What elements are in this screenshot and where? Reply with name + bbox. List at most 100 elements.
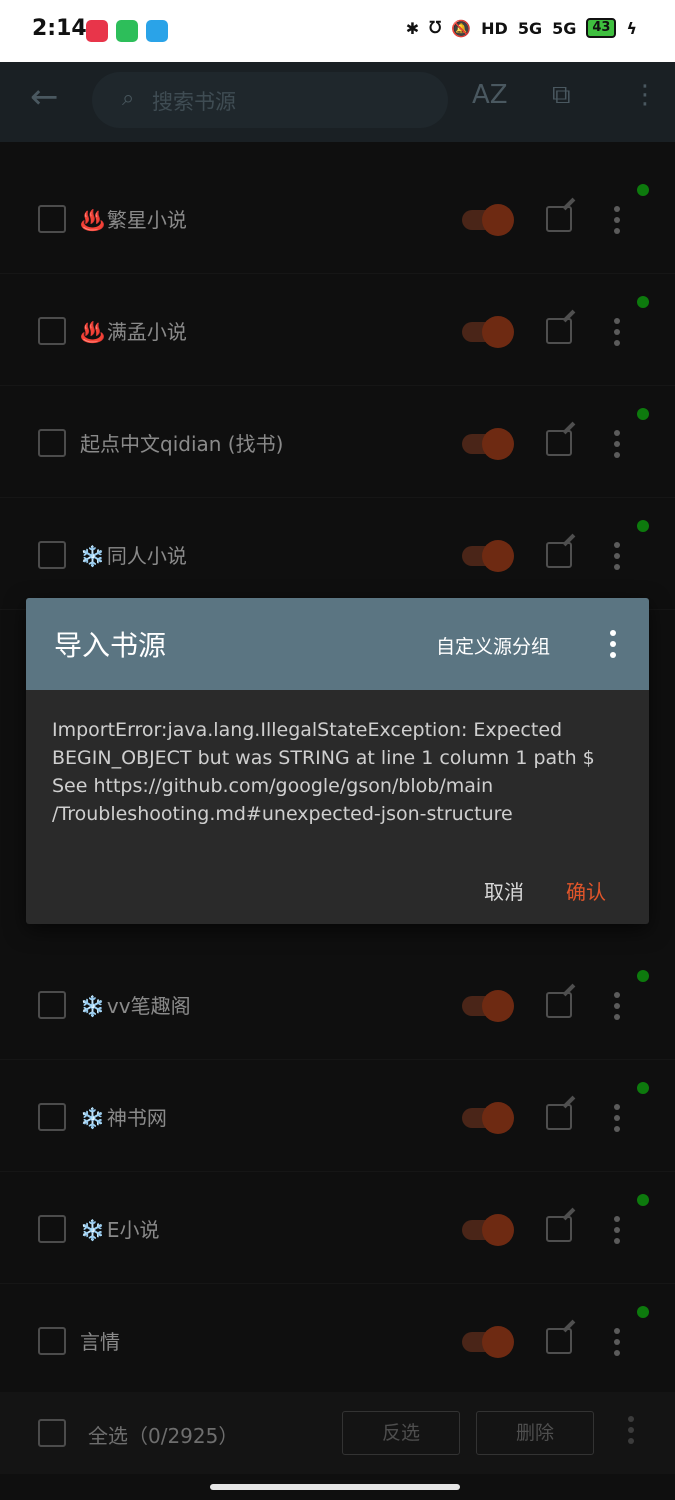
dialog-more-vert-icon[interactable] (610, 630, 618, 663)
source-row[interactable]: ❄️ E小说 (0, 1172, 675, 1284)
delete-button[interactable]: 删除 (476, 1411, 594, 1455)
source-name: 起点中文qidian (找书) (80, 428, 283, 457)
signal-2-label: 5G (552, 18, 577, 38)
status-bar: 2:14 ✱ ᘮ 🔕 HD 5G 5G 43 ϟ (0, 0, 675, 62)
source-row[interactable]: ❄️ 神书网 (0, 1060, 675, 1172)
enabled-status-dot (637, 184, 649, 196)
cancel-button[interactable]: 取消 (484, 876, 524, 905)
row-more-vert-icon[interactable] (614, 1216, 622, 1244)
source-checkbox[interactable] (38, 1103, 66, 1131)
source-row[interactable]: 起点中文qidian (找书) (0, 386, 675, 498)
source-prefix-icon: ❄️ (80, 1218, 105, 1242)
source-name-text: 同人小说 (106, 544, 187, 568)
dialog-title: 导入书源 (54, 629, 167, 662)
import-dialog: 导入书源 自定义源分组 ImportError:java.lang.Illega… (26, 598, 649, 924)
source-prefix-icon: ❄️ (80, 1106, 105, 1130)
invert-selection-button[interactable]: 反选 (342, 1411, 460, 1455)
source-name: ❄️ 同人小说 (80, 540, 187, 569)
source-row[interactable]: ♨️ 繁星小说 (0, 162, 675, 274)
source-name: ❄️ 神书网 (80, 1102, 167, 1131)
row-more-vert-icon[interactable] (614, 992, 622, 1020)
source-name-text: 满孟小说 (106, 320, 187, 344)
enable-switch-thumb[interactable] (482, 990, 514, 1022)
enable-switch-thumb[interactable] (482, 1102, 514, 1134)
download-icon (116, 20, 138, 42)
xiaohongshu-icon (86, 20, 108, 42)
edit-icon[interactable] (546, 1328, 572, 1354)
source-row[interactable]: ♨️ 满孟小说 (0, 274, 675, 386)
row-more-vert-icon[interactable] (614, 318, 622, 346)
custom-group-button[interactable]: 自定义源分组 (436, 632, 550, 659)
enabled-status-dot (637, 1194, 649, 1206)
source-row[interactable]: ❄️ vv笔趣阁 (0, 948, 675, 1060)
more-vert-icon[interactable]: ⋮ (632, 80, 658, 110)
source-checkbox[interactable] (38, 205, 66, 233)
source-name-text: vv笔趣阁 (106, 994, 191, 1018)
status-indicators: ✱ ᘮ 🔕 HD 5G 5G 43 ϟ (406, 18, 637, 38)
enabled-status-dot (637, 296, 649, 308)
more-vert-icon[interactable] (628, 1416, 636, 1449)
gesture-bar[interactable] (210, 1484, 460, 1490)
enable-switch-thumb[interactable] (482, 1214, 514, 1246)
source-prefix-icon: ♨️ (80, 208, 105, 232)
source-checkbox[interactable] (38, 541, 66, 569)
source-name: ♨️ 繁星小说 (80, 204, 187, 233)
enable-switch-thumb[interactable] (482, 540, 514, 572)
source-checkbox[interactable] (38, 991, 66, 1019)
app-toolbar: ← ⌕ 搜索书源 AZ ⧉ ⋮ (0, 62, 675, 142)
source-row[interactable]: ❄️ 同人小说 (0, 498, 675, 610)
hd-icon: HD (481, 18, 508, 38)
charging-icon: ϟ (626, 18, 637, 38)
battery-level: 43 (586, 18, 617, 38)
enabled-status-dot (637, 1306, 649, 1318)
source-name-text: 起点中文qidian (找书) (80, 432, 284, 456)
edit-icon[interactable] (546, 430, 572, 456)
enabled-status-dot (637, 1082, 649, 1094)
edit-icon[interactable] (546, 992, 572, 1018)
row-more-vert-icon[interactable] (614, 1104, 622, 1132)
source-name-text: 神书网 (106, 1106, 167, 1130)
source-row[interactable]: 言情 (0, 1284, 675, 1396)
search-input[interactable]: ⌕ 搜索书源 (92, 72, 448, 128)
source-prefix-icon: ♨️ (80, 320, 105, 344)
bluetooth-icon: ✱ (405, 18, 420, 38)
mute-icon: 🔕 (451, 18, 472, 38)
sort-az-icon[interactable]: AZ (472, 80, 508, 110)
enable-switch-thumb[interactable] (482, 204, 514, 236)
source-name: ❄️ vv笔趣阁 (80, 990, 191, 1019)
enable-switch-thumb[interactable] (482, 428, 514, 460)
source-name-text: 繁星小说 (106, 208, 187, 232)
source-name: ❄️ E小说 (80, 1214, 160, 1243)
edit-icon[interactable] (546, 1104, 572, 1130)
status-time: 2:14 (32, 16, 87, 41)
source-checkbox[interactable] (38, 317, 66, 345)
edit-icon[interactable] (546, 1216, 572, 1242)
edit-icon[interactable] (546, 206, 572, 232)
select-all-label[interactable]: 全选（0/2925） (88, 1420, 238, 1449)
source-checkbox[interactable] (38, 1215, 66, 1243)
enable-switch-thumb[interactable] (482, 1326, 514, 1358)
dialog-header: 导入书源 自定义源分组 (26, 598, 649, 690)
edit-icon[interactable] (546, 542, 572, 568)
row-more-vert-icon[interactable] (614, 206, 622, 234)
row-more-vert-icon[interactable] (614, 1328, 622, 1356)
search-placeholder: 搜索书源 (152, 90, 236, 114)
telegram-icon (146, 20, 168, 42)
source-checkbox[interactable] (38, 429, 66, 457)
select-all-checkbox[interactable] (38, 1419, 66, 1447)
row-more-vert-icon[interactable] (614, 542, 622, 570)
source-checkbox[interactable] (38, 1327, 66, 1355)
source-name-text: 言情 (80, 1330, 120, 1354)
source-name: 言情 (80, 1326, 120, 1355)
signal-1-label: 5G (517, 18, 543, 38)
earbuds-icon: ᘮ (429, 18, 442, 37)
row-more-vert-icon[interactable] (614, 430, 622, 458)
enabled-status-dot (637, 970, 649, 982)
confirm-button[interactable]: 确认 (566, 876, 606, 905)
source-name: ♨️ 满孟小说 (80, 316, 187, 345)
back-arrow-icon[interactable]: ← (30, 80, 66, 116)
edit-icon[interactable] (546, 318, 572, 344)
enabled-status-dot (637, 408, 649, 420)
group-icon[interactable]: ⧉ (552, 80, 571, 111)
enable-switch-thumb[interactable] (482, 316, 514, 348)
